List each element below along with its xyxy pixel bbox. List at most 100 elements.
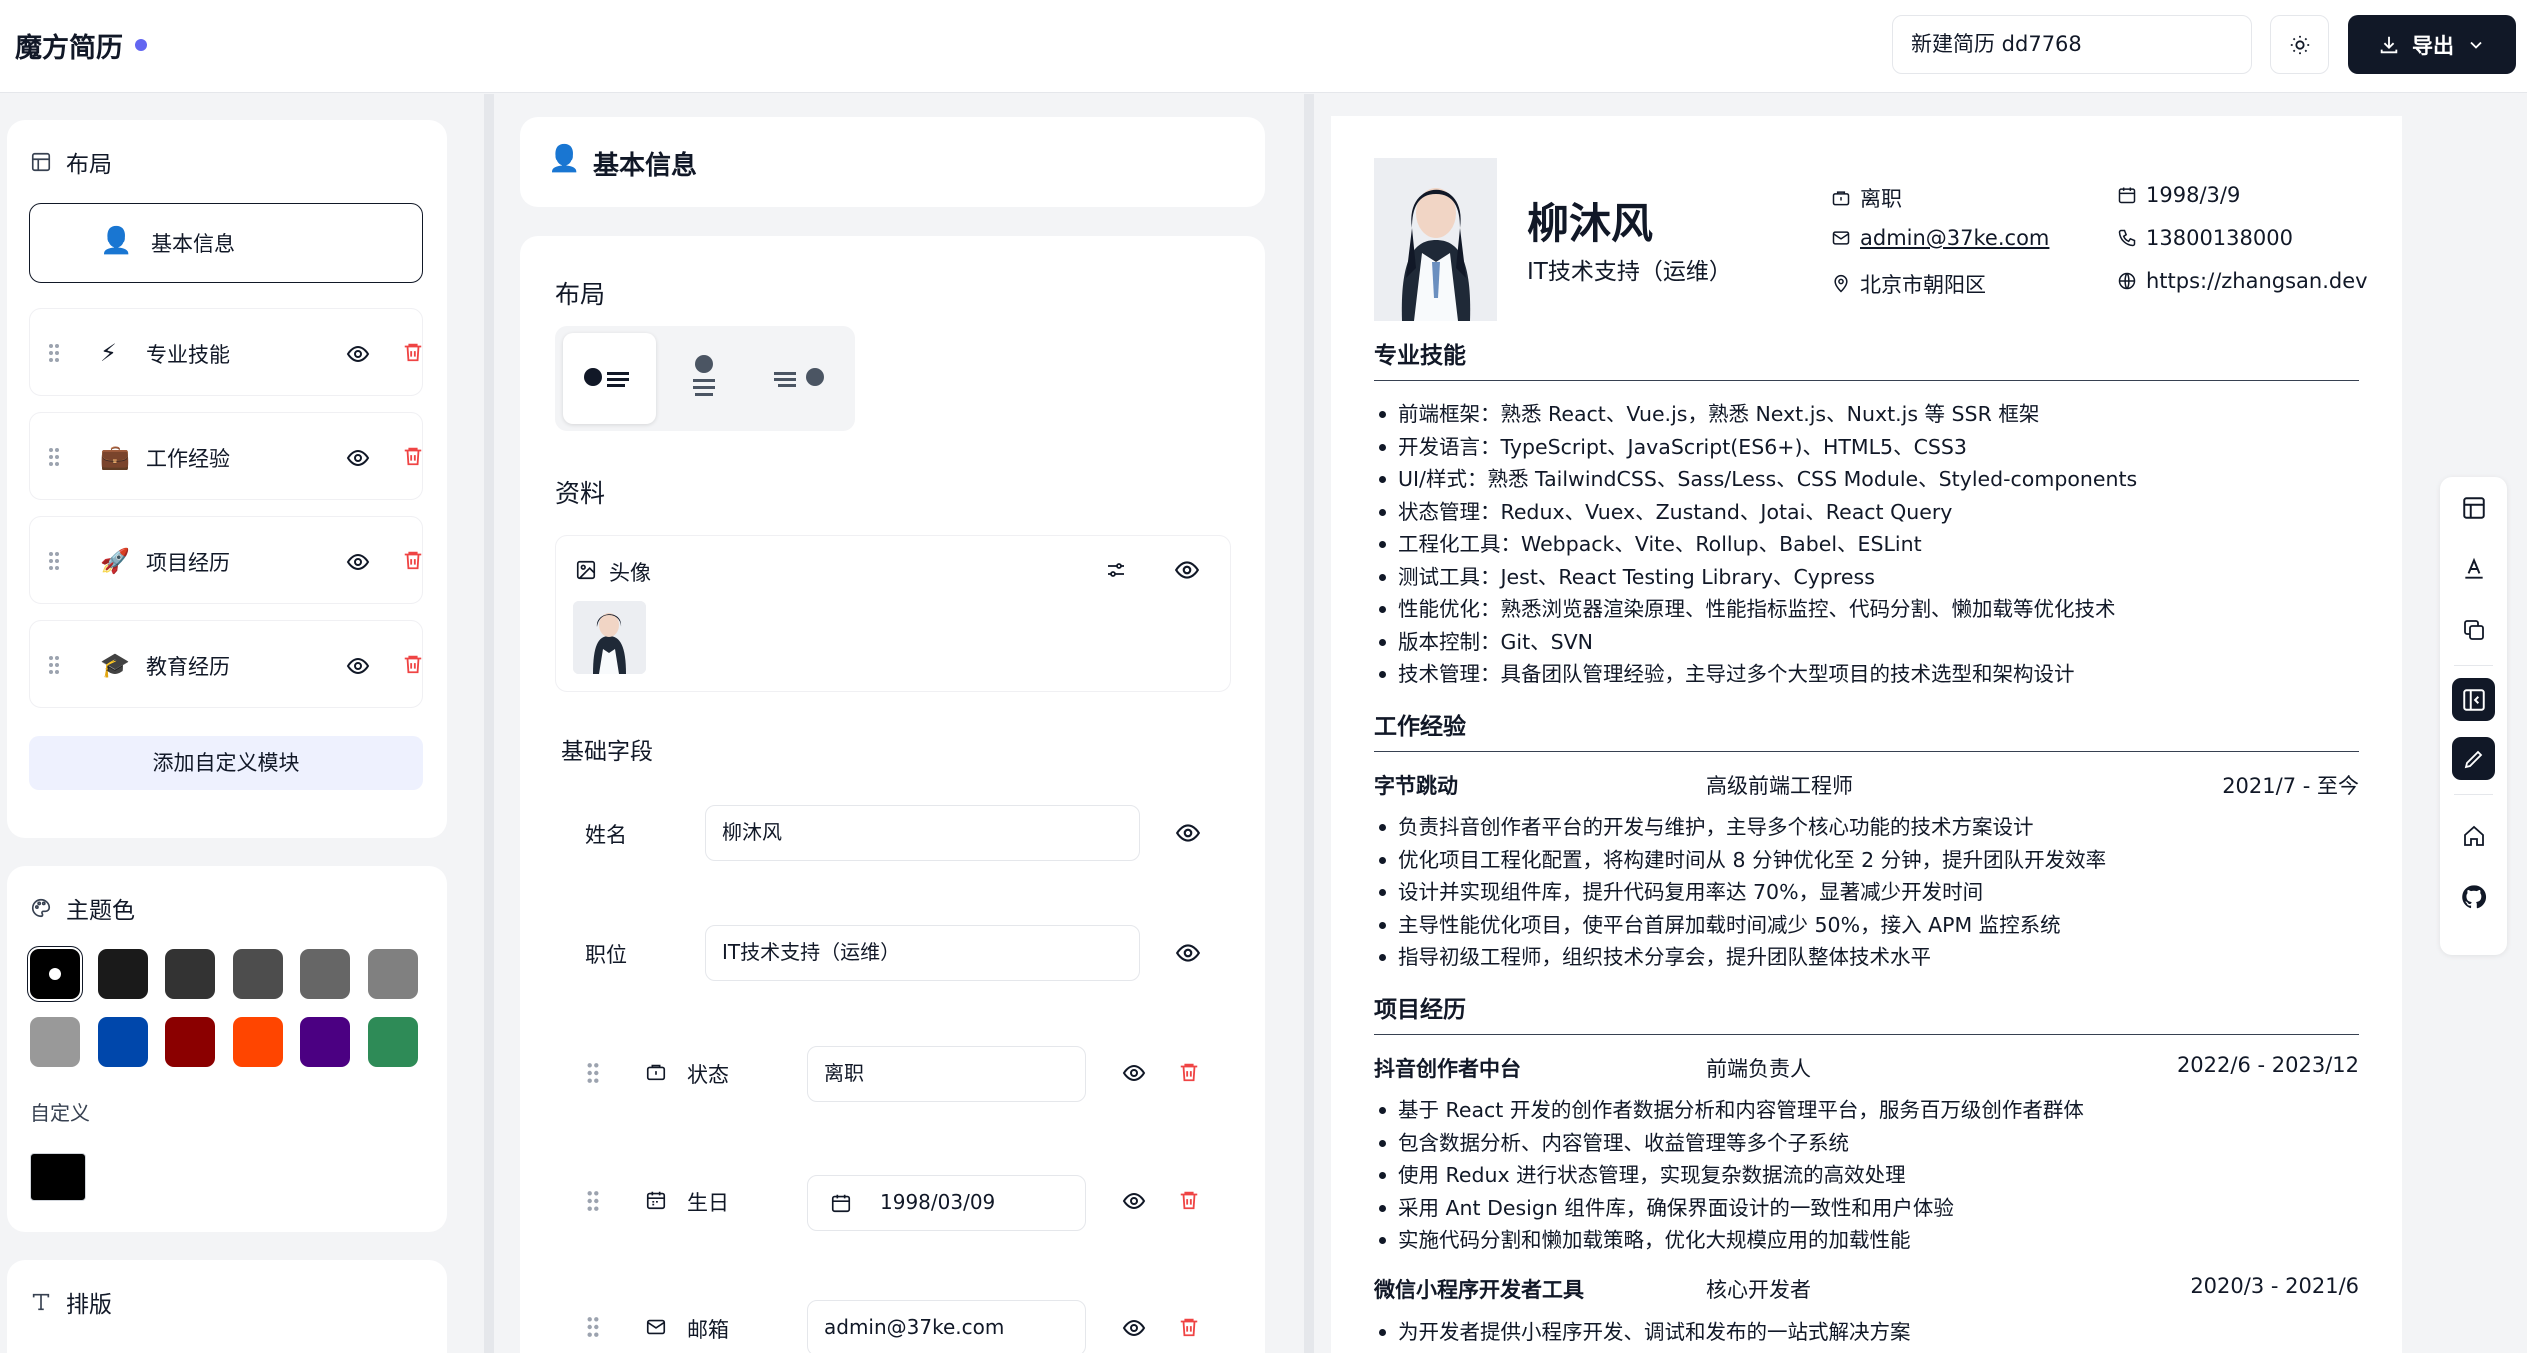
email-field-label: 邮箱 [687,1318,729,1342]
work-company: 字节跳动 [1374,774,1458,798]
eye-icon[interactable] [1174,557,1200,583]
module-item-basic-info[interactable]: 👤 基本信息 [29,203,423,283]
floating-toolbar [2440,477,2507,955]
bolt-icon: ⚡ [100,339,117,367]
list-item: 前端框架：熟悉 React、Vue.js，熟悉 Next.js、Nuxt.js … [1374,398,2359,431]
resume-title-input[interactable]: 新建简历 dd7768 [1892,15,2252,74]
toggle-sidebar-button[interactable] [2452,678,2495,721]
contact-email[interactable]: admin@37ke.com [1831,226,2049,250]
theme-swatch[interactable] [97,1017,148,1067]
avatar-card [555,535,1231,692]
layout-right-icon [774,368,824,387]
theme-swatch[interactable] [300,949,350,999]
layout-option-center[interactable] [663,333,746,424]
contact-location: 北京市朝阳区 [1831,269,1986,299]
birth-field-label: 生日 [687,1191,729,1215]
theme-swatch[interactable] [165,949,215,999]
drag-handle-icon[interactable] [586,1316,600,1338]
drag-handle-icon[interactable] [48,551,60,571]
theme-toggle-button[interactable] [2270,15,2329,74]
layout-option-right[interactable] [753,333,846,424]
trash-icon[interactable] [1178,1315,1200,1339]
eye-icon[interactable] [346,342,370,366]
eye-icon[interactable] [346,446,370,470]
layout-section-title: 布局 [30,145,112,179]
contact-website[interactable]: https://zhangsan.dev [2117,269,2368,293]
briefcase-icon: 💼 [100,443,130,471]
status-input[interactable]: 离职 [807,1046,1086,1102]
panel-resizer-left[interactable] [484,94,494,1353]
theme-swatch[interactable] [97,949,148,999]
app-logo[interactable]: 魔方简历 [15,26,123,65]
rocket-icon: 🚀 [100,547,130,575]
theme-swatch[interactable] [232,949,283,999]
eye-icon[interactable] [1122,1061,1146,1085]
export-button[interactable]: 导出 [2348,15,2516,74]
work-section-title: 工作经验 [1374,707,2359,752]
home-button[interactable] [2452,814,2495,857]
briefcase-icon [646,1064,666,1081]
project-entry-header: 微信小程序开发者工具 核心开发者 2020/3 - 2021/6 [1374,1274,2359,1304]
layout-center-icon [693,355,715,396]
drag-handle-icon[interactable] [586,1062,600,1084]
user-icon: 👤 [548,144,581,174]
eye-icon[interactable] [346,550,370,574]
module-label: 基本信息 [151,232,235,256]
theme-swatch[interactable] [367,949,418,999]
avatar-thumbnail[interactable] [573,601,646,674]
name-input[interactable]: 柳沐风 [705,805,1140,861]
project-list: 基于 React 开发的创作者数据分析和内容管理平台，服务百万级创作者群体 包含数… [1374,1094,2359,1257]
list-item: 指导初级工程师，组织技术分享会，提升团队整体技术水平 [1374,941,2359,974]
trash-icon[interactable] [1178,1188,1200,1212]
export-label: 导出 [2412,33,2454,58]
skills-list: 前端框架：熟悉 React、Vue.js，熟悉 Next.js、Nuxt.js … [1374,398,2359,691]
theme-swatch[interactable] [232,1017,283,1067]
module-item-education[interactable]: 🎓 教育经历 [29,620,423,708]
copy-tool-button[interactable] [2452,608,2495,651]
module-item-work[interactable]: 💼 工作经验 [29,412,423,500]
custom-color-picker[interactable] [30,1153,86,1201]
drag-handle-icon[interactable] [48,447,60,467]
resume-job-title: IT技术支持（运维） [1527,259,1732,285]
drag-handle-icon[interactable] [586,1190,600,1212]
eye-icon[interactable] [1122,1316,1146,1340]
trash-icon[interactable] [1178,1060,1200,1084]
eye-icon[interactable] [1122,1189,1146,1213]
edit-mode-button[interactable] [2452,737,2495,780]
drag-handle-icon[interactable] [48,655,60,675]
globe-icon [2118,272,2136,290]
birth-date-value: 1998/03/09 [880,1190,996,1214]
email-input[interactable]: admin@37ke.com [807,1300,1086,1353]
typography-tool-button[interactable] [2452,547,2495,590]
theme-swatch[interactable] [30,1017,80,1067]
project-entry-header: 抖音创作者中台 前端负责人 2022/6 - 2023/12 [1374,1053,2359,1083]
title-input[interactable]: IT技术支持（运维） [705,925,1140,981]
trash-icon[interactable] [402,652,424,676]
mail-icon [1832,231,1850,245]
list-item: 负责抖音创作者平台的开发与维护，主导多个核心功能的技术方案设计 [1374,811,2359,844]
list-item: 为开发者提供小程序开发、调试和发布的一站式解决方案 [1374,1316,2359,1349]
add-custom-module-button[interactable]: 添加自定义模块 [29,736,423,790]
trash-icon[interactable] [402,444,424,468]
project-name: 微信小程序开发者工具 [1374,1278,1584,1302]
theme-swatch[interactable] [367,1017,418,1067]
module-item-projects[interactable]: 🚀 项目经历 [29,516,423,604]
module-item-skills[interactable]: ⚡ 专业技能 [29,308,423,396]
theme-swatch[interactable] [30,949,80,999]
theme-swatch[interactable] [300,1017,350,1067]
layout-option-left[interactable] [563,333,656,424]
theme-swatch[interactable] [165,1017,215,1067]
eye-icon[interactable] [1175,940,1201,966]
trash-icon[interactable] [402,548,424,572]
github-button[interactable] [2452,875,2495,918]
birth-date-input[interactable]: 1998/03/09 [807,1175,1086,1231]
list-item: 实施代码分割和懒加载策略，优化大规模应用的加载性能 [1374,1224,2359,1257]
panel-resizer-right[interactable] [1304,94,1314,1353]
text-style-icon [2464,557,2483,579]
drag-handle-icon[interactable] [48,343,60,363]
trash-icon[interactable] [402,340,424,364]
eye-icon[interactable] [346,654,370,678]
layout-tool-button[interactable] [2452,486,2495,529]
eye-icon[interactable] [1175,820,1201,846]
settings-sliders-icon[interactable] [1104,558,1128,582]
